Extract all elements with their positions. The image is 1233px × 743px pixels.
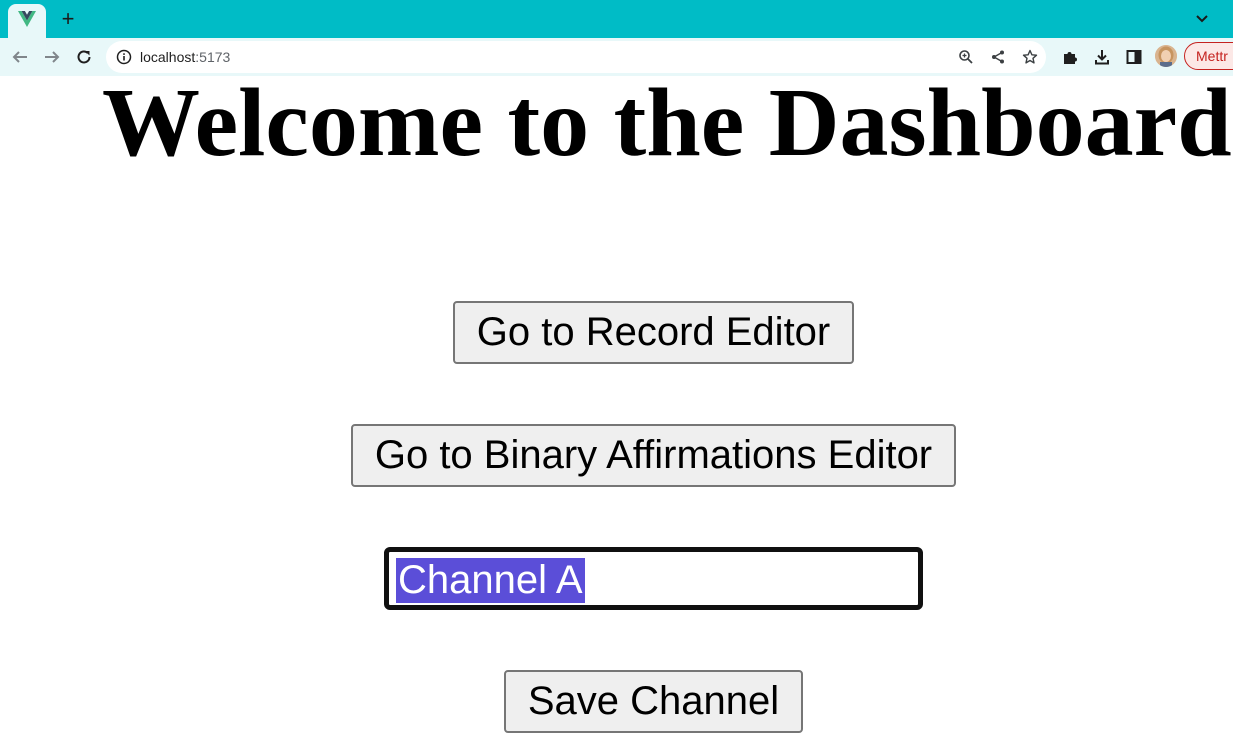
extensions-puzzle-icon[interactable]: [1058, 45, 1082, 69]
url-port: :5173: [195, 49, 231, 65]
browser-toolbar: localhost:5173 Mettr: [0, 38, 1233, 76]
profile-label: Mettr: [1196, 48, 1228, 64]
browser-tab[interactable]: [8, 4, 46, 38]
browser-tabstrip: +: [0, 0, 1233, 38]
channel-name-input[interactable]: Channel A: [384, 547, 923, 610]
url-host: localhost: [140, 49, 196, 65]
forward-arrow-icon[interactable]: [40, 45, 64, 69]
profile-menu-button[interactable]: Mettr: [1184, 42, 1233, 70]
tab-list-chevron-icon[interactable]: [1190, 7, 1214, 31]
page-title: Welcome to the Dashboard: [102, 76, 1232, 177]
record-editor-button[interactable]: Go to Record Editor: [453, 301, 854, 364]
bookmark-star-icon[interactable]: [1020, 47, 1040, 67]
profile-avatar[interactable]: [1155, 45, 1177, 67]
download-icon[interactable]: [1090, 45, 1114, 69]
share-icon[interactable]: [988, 47, 1008, 67]
side-panel-icon[interactable]: [1122, 45, 1146, 69]
channel-input-selected-text: Channel A: [396, 558, 585, 603]
save-channel-button[interactable]: Save Channel: [504, 670, 803, 733]
url-text[interactable]: localhost:5173: [140, 49, 230, 65]
reload-icon[interactable]: [72, 45, 96, 69]
back-arrow-icon[interactable]: [8, 45, 32, 69]
zoom-icon[interactable]: [956, 47, 976, 67]
vue-logo-icon: [18, 10, 36, 32]
address-bar[interactable]: localhost:5173: [106, 41, 1046, 73]
new-tab-button[interactable]: +: [56, 7, 80, 31]
binary-affirmations-editor-button[interactable]: Go to Binary Affirmations Editor: [351, 424, 956, 487]
site-info-icon[interactable]: [116, 49, 132, 65]
page-content: Welcome to the Dashboard Go to Record Ed…: [0, 76, 1233, 743]
